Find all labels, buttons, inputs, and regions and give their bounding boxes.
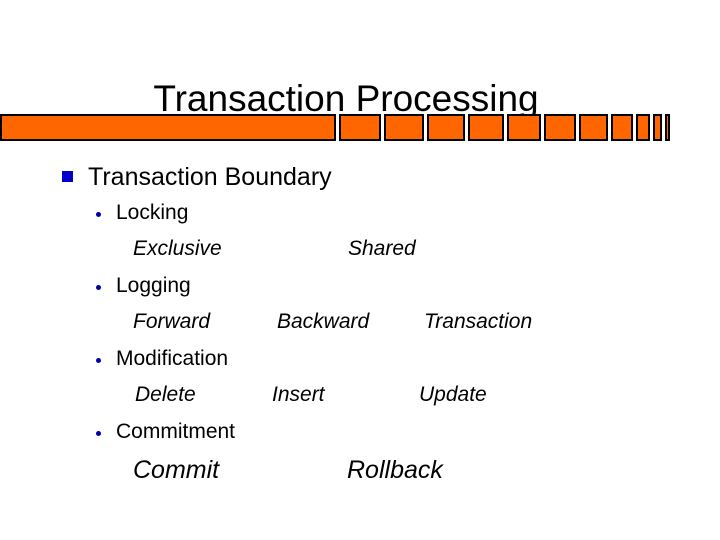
term-update: Update bbox=[419, 383, 487, 406]
term-commit: Commit bbox=[133, 456, 220, 484]
term-shared: Shared bbox=[348, 237, 416, 260]
bullet-level2-modification: Modification bbox=[0, 344, 720, 380]
term-rollback: Rollback bbox=[347, 456, 443, 484]
orange-segmented-divider-bar bbox=[0, 114, 670, 141]
bullet-level2-label: Commitment bbox=[116, 420, 236, 443]
term-row-modification: Delete Insert Update bbox=[0, 380, 720, 417]
term-backward: Backward bbox=[277, 310, 370, 333]
bar-segment-6 bbox=[507, 114, 541, 141]
bar-segment-7 bbox=[544, 114, 576, 141]
square-bullet-icon bbox=[62, 171, 73, 182]
bar-segment-2 bbox=[339, 114, 381, 141]
term-exclusive: Exclusive bbox=[133, 237, 222, 260]
bullet-level2-commitment: Commitment bbox=[0, 417, 720, 453]
bar-segment-5 bbox=[468, 114, 504, 141]
round-bullet-icon bbox=[96, 285, 101, 290]
bar-segment-3 bbox=[384, 114, 424, 141]
bullet-level2-label: Logging bbox=[116, 274, 191, 297]
term-row-logging: Forward Backward Transaction bbox=[0, 307, 720, 344]
round-bullet-icon bbox=[96, 431, 101, 436]
term-transaction: Transaction bbox=[424, 310, 533, 333]
bullet-level1-transaction-boundary: Transaction Boundary bbox=[0, 160, 720, 198]
bullet-level2-label: Locking bbox=[116, 201, 189, 224]
term-forward: Forward bbox=[133, 310, 211, 333]
bar-segment-4 bbox=[427, 114, 465, 141]
bar-segment-12 bbox=[665, 114, 670, 141]
bullet-level2-logging: Logging bbox=[0, 271, 720, 307]
slide-body: Transaction Boundary Locking Exclusive Sha… bbox=[0, 160, 720, 495]
term-insert: Insert bbox=[272, 383, 325, 406]
bar-segment-11 bbox=[653, 114, 662, 141]
bullet-level2-label: Modification bbox=[116, 347, 229, 370]
term-row-commitment: Commit Rollback bbox=[0, 453, 720, 495]
bullet-groups: Locking Exclusive Shared Logging Forward Back… bbox=[0, 198, 720, 495]
term-delete: Delete bbox=[135, 383, 196, 406]
bar-segment-10 bbox=[636, 114, 650, 141]
bar-segment-9 bbox=[611, 114, 633, 141]
round-bullet-icon bbox=[96, 358, 101, 363]
bar-segment-8 bbox=[579, 114, 608, 141]
bullet-level1-label: Transaction Boundary bbox=[88, 163, 332, 191]
term-row-locking: Exclusive Shared bbox=[0, 234, 720, 271]
round-bullet-icon bbox=[96, 212, 101, 217]
slide-canvas: Transaction Processing Transaction Bound… bbox=[0, 0, 720, 540]
bullet-level2-locking: Locking bbox=[0, 198, 720, 234]
bar-segment-1 bbox=[0, 114, 336, 141]
